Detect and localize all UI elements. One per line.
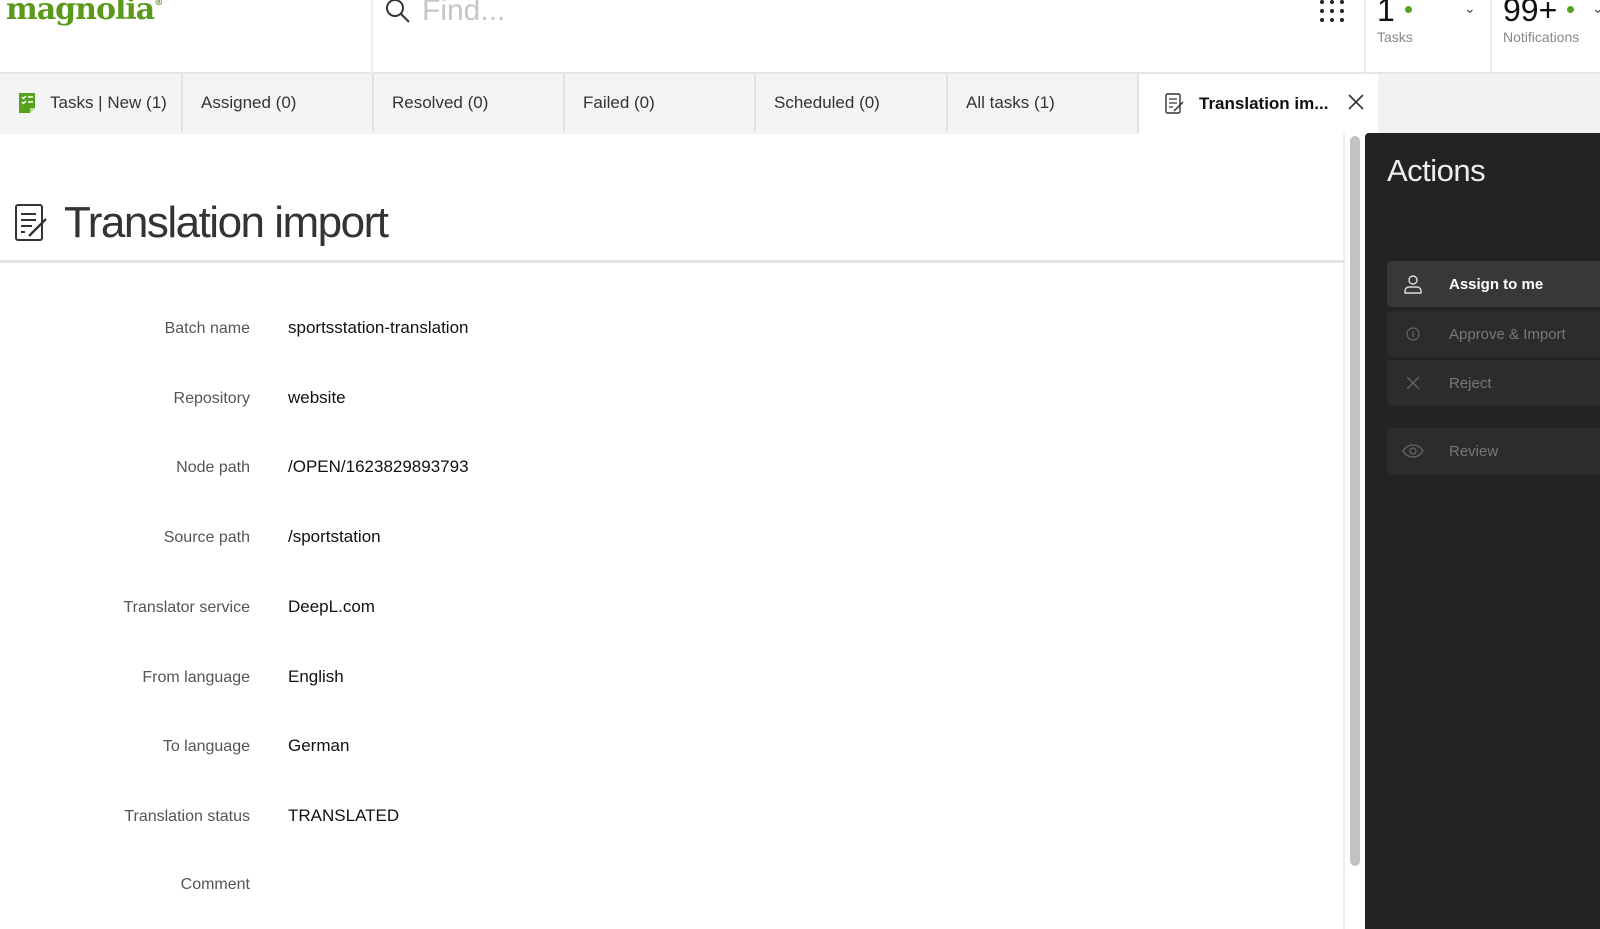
action-label: Review bbox=[1449, 442, 1499, 460]
search-bar[interactable] bbox=[384, 0, 1022, 28]
notifications-indicator-dot bbox=[1567, 6, 1575, 13]
notifications-label: Notifications bbox=[1503, 29, 1580, 45]
tab-tasks-new[interactable]: Tasks | New (1) bbox=[0, 74, 183, 132]
close-icon bbox=[1399, 376, 1427, 390]
tab-label: Failed (0) bbox=[583, 93, 655, 112]
actions-panel: Actions Assign to me Approve & Import Re… bbox=[1365, 133, 1600, 929]
action-label: Reject bbox=[1449, 374, 1492, 392]
logo-trademark: ® bbox=[154, 0, 163, 8]
field-value: TRANSLATED bbox=[288, 806, 400, 825]
notifications-count: 99+ bbox=[1503, 0, 1558, 28]
vertical-scrollbar[interactable] bbox=[1350, 136, 1360, 866]
field-repository: Repository website bbox=[0, 388, 900, 408]
field-comment: Comment bbox=[0, 876, 900, 894]
tab-all-tasks[interactable]: All tasks (1) bbox=[948, 74, 1139, 132]
edit-document-icon bbox=[15, 204, 47, 241]
field-translator-service: Translator service DeepL.com bbox=[0, 597, 900, 617]
tasks-count: 1 bbox=[1377, 0, 1395, 28]
field-value: website bbox=[288, 388, 346, 407]
edit-document-icon bbox=[1165, 93, 1185, 115]
tab-label: Tasks | New (1) bbox=[50, 93, 167, 112]
field-value: DeepL.com bbox=[288, 597, 375, 616]
task-detail-panel: Translation import Batch name sportsstati… bbox=[0, 134, 1345, 929]
action-label: Approve & Import bbox=[1449, 325, 1566, 343]
field-label: Translator service bbox=[123, 599, 250, 616]
close-tab-icon[interactable] bbox=[1346, 92, 1366, 112]
tab-label: Scheduled (0) bbox=[774, 93, 880, 112]
tasks-indicator-dot bbox=[1404, 6, 1412, 13]
tasks-counter[interactable]: 1 Tasks bbox=[1377, 0, 1413, 45]
tasks-label: Tasks bbox=[1377, 29, 1413, 45]
user-icon bbox=[1399, 274, 1427, 294]
tasks-app-icon bbox=[18, 92, 36, 114]
header-divider bbox=[1364, 0, 1366, 74]
apps-grid-icon[interactable] bbox=[1320, 0, 1346, 22]
header-divider bbox=[371, 0, 373, 74]
field-node-path: Node path/OPEN/1623829893793 bbox=[0, 457, 900, 477]
tab-label: Translation im... bbox=[1199, 94, 1329, 113]
search-icon bbox=[386, 0, 410, 23]
review-button[interactable]: Review bbox=[1387, 428, 1600, 474]
header-divider bbox=[1490, 0, 1492, 74]
field-value: English bbox=[288, 667, 344, 686]
assign-to-me-button[interactable]: Assign to me bbox=[1387, 261, 1600, 307]
field-source-path: Source path/sportstation bbox=[0, 527, 900, 547]
tab-resolved[interactable]: Resolved (0) bbox=[374, 74, 565, 132]
logo-text: magnolia bbox=[6, 0, 155, 27]
field-to-language: To language German bbox=[0, 736, 900, 756]
top-header: magnolia® 1 Tasks ⌄ 99+ Notifications ⌄ bbox=[0, 0, 1600, 74]
action-label: Assign to me bbox=[1449, 275, 1544, 293]
field-value: /OPEN/1623829893793 bbox=[288, 457, 469, 476]
tab-scheduled[interactable]: Scheduled (0) bbox=[756, 74, 948, 132]
field-from-language: From language English bbox=[0, 667, 900, 687]
tasks-chevron-down-icon[interactable]: ⌄ bbox=[1464, 0, 1476, 17]
field-value: /sportstation bbox=[288, 527, 381, 546]
field-label: Node path bbox=[176, 459, 250, 476]
field-label: Source path bbox=[163, 529, 250, 546]
page-title-row: Translation import bbox=[14, 198, 389, 248]
reject-button[interactable]: Reject bbox=[1387, 360, 1600, 406]
notifications-counter[interactable]: 99+ Notifications bbox=[1503, 0, 1579, 45]
field-label: Comment bbox=[180, 876, 250, 893]
search-input[interactable] bbox=[422, 0, 1022, 28]
field-label: Batch name bbox=[164, 320, 250, 337]
field-label: To language bbox=[162, 738, 250, 755]
tab-failed[interactable]: Failed (0) bbox=[565, 74, 756, 132]
notifications-chevron-down-icon[interactable]: ⌄ bbox=[1592, 0, 1600, 17]
tab-assigned[interactable]: Assigned (0) bbox=[183, 74, 374, 132]
field-translation-status: Translation status TRANSLATED bbox=[0, 806, 900, 826]
tab-label: Assigned (0) bbox=[201, 93, 297, 112]
field-label: Repository bbox=[173, 390, 250, 407]
info-icon bbox=[1399, 327, 1427, 341]
tab-label: All tasks (1) bbox=[966, 93, 1055, 112]
field-batch-name: Batch name sportsstation-translation bbox=[0, 318, 900, 338]
field-label: Translation status bbox=[124, 808, 250, 825]
tab-label: Resolved (0) bbox=[392, 93, 489, 112]
field-label: From language bbox=[142, 669, 250, 686]
field-value: sportsstation-translation bbox=[288, 318, 469, 337]
tab-translation-import[interactable]: Translation im... bbox=[1139, 74, 1378, 134]
tab-bar: Tasks | New (1) Assigned (0) Resolved (0… bbox=[0, 74, 1600, 134]
approve-import-button[interactable]: Approve & Import bbox=[1387, 311, 1600, 357]
actions-title: Actions bbox=[1387, 153, 1486, 188]
magnolia-logo[interactable]: magnolia® bbox=[6, 0, 163, 27]
page-title: Translation import bbox=[64, 198, 389, 247]
field-value: German bbox=[288, 736, 350, 755]
title-divider bbox=[0, 260, 1345, 263]
eye-icon bbox=[1399, 444, 1427, 458]
